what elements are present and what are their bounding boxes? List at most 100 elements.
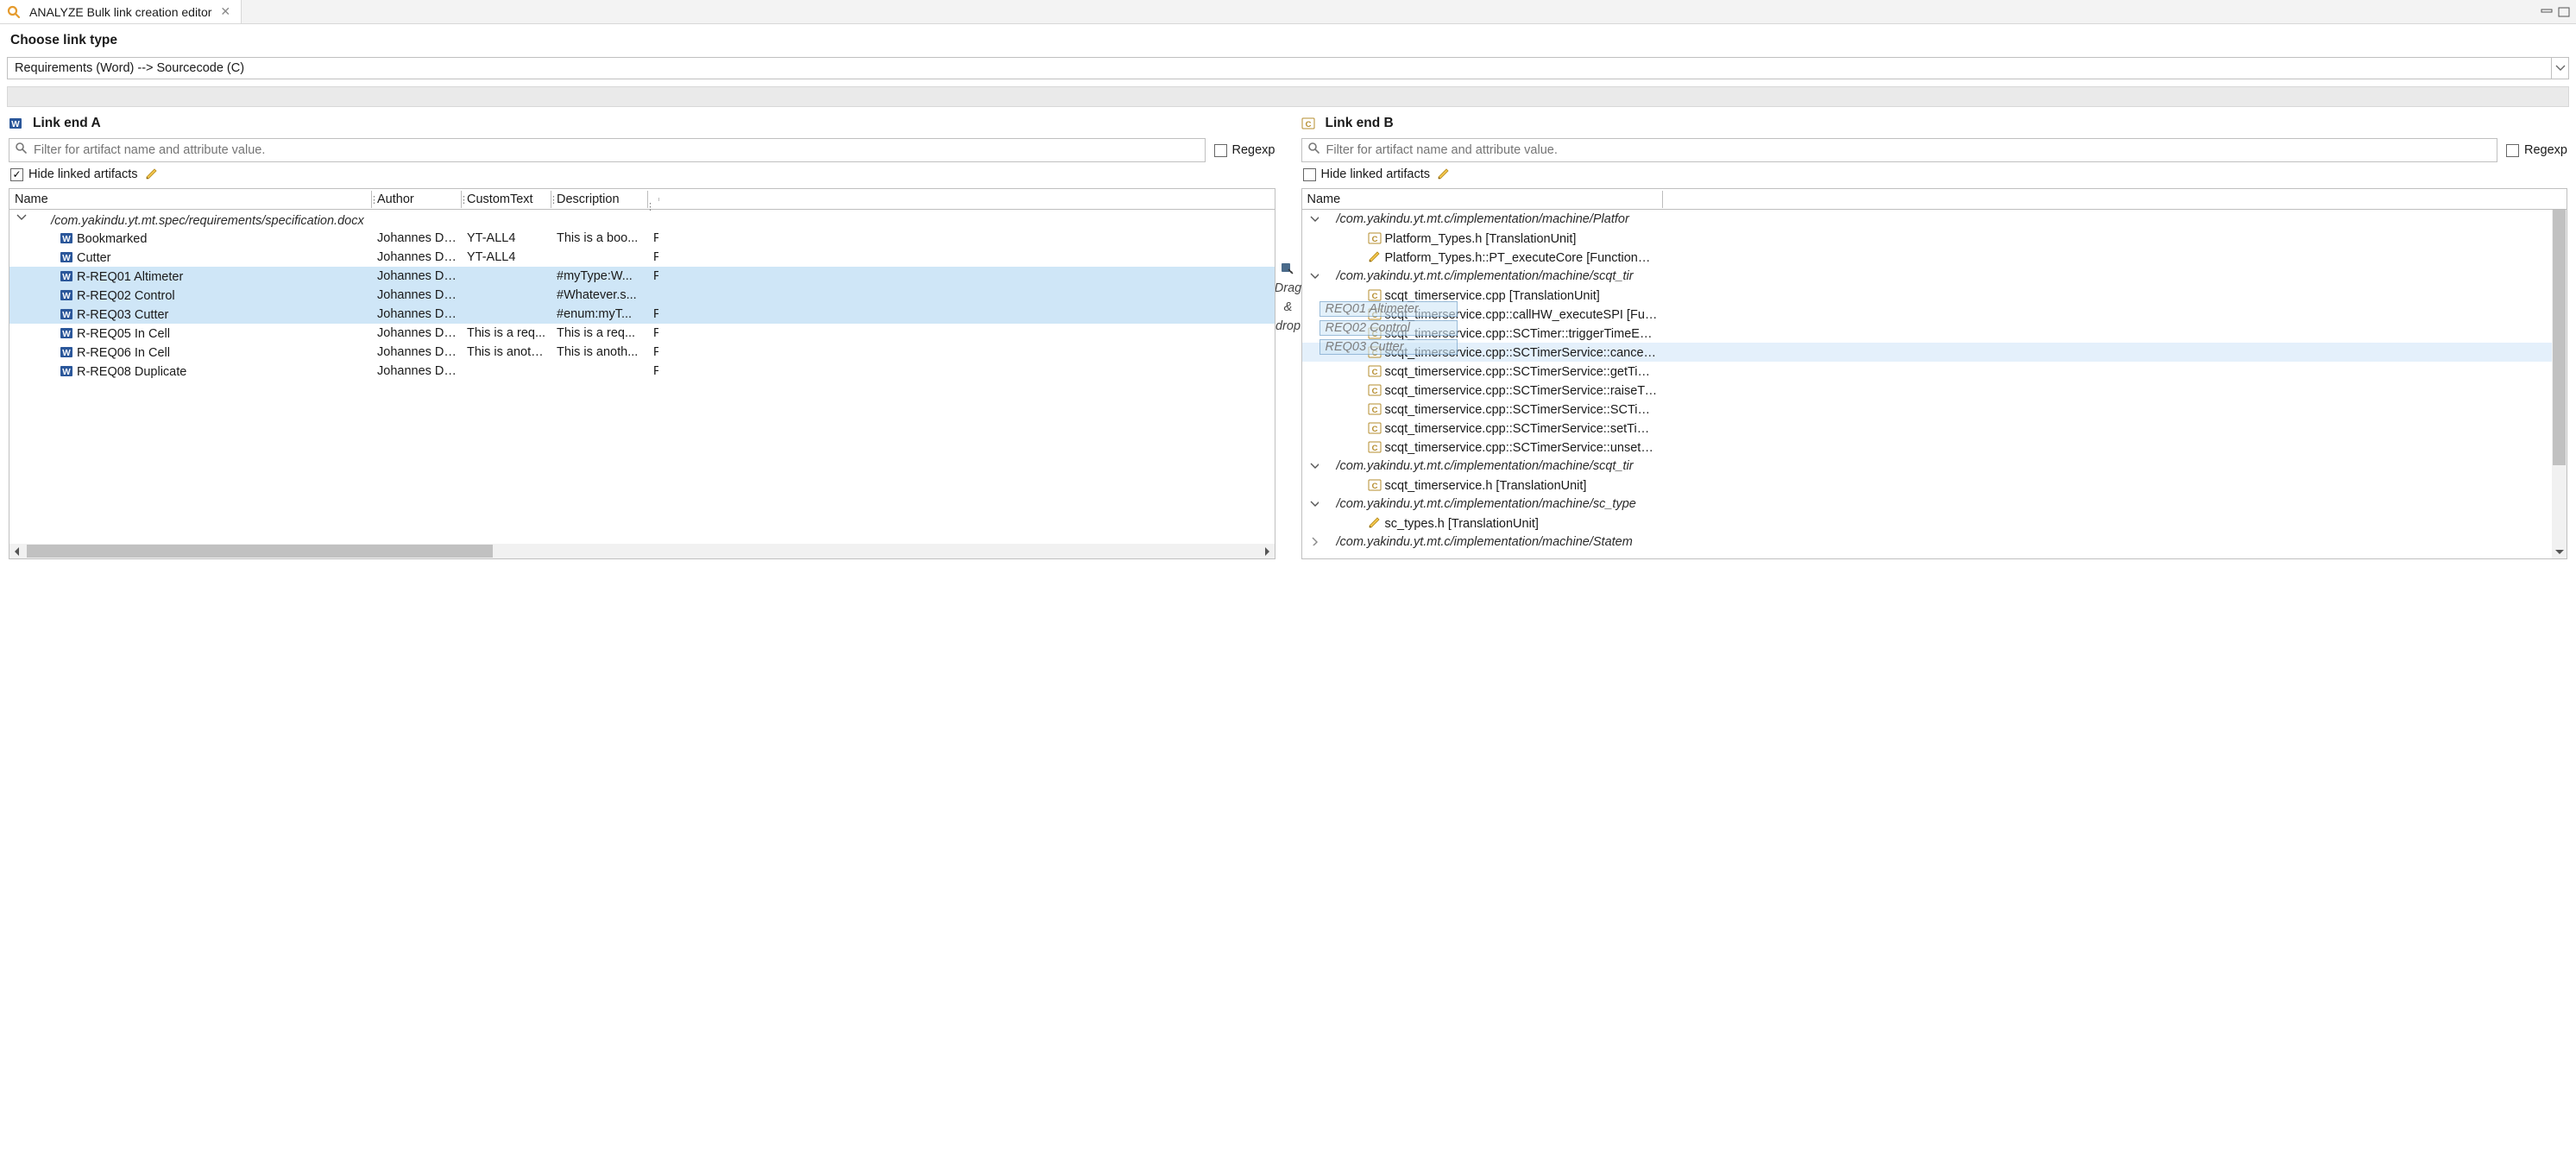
row-description: This is a boo... — [551, 230, 648, 246]
tree-a-row[interactable]: R-REQ06 In CellJohannes Di...This is ano… — [9, 343, 1275, 362]
tree-b-header: Name — [1302, 189, 2567, 210]
col-customtext[interactable]: ⋮CustomText — [462, 191, 551, 208]
word-icon — [60, 345, 73, 359]
hide-linked-a-checkbox[interactable]: Hide linked artifacts — [10, 167, 138, 181]
tree-b-row[interactable]: /com.yakindu.yt.mt.c/implementation/mach… — [1302, 267, 2567, 286]
tree-b-row[interactable]: scqt_timerservice.cpp::SCTimerService::s… — [1302, 419, 2567, 438]
maximize-view-button[interactable] — [2557, 7, 2571, 17]
tree-b-row[interactable]: scqt_timerservice.cpp::SCTimerService::c… — [1302, 343, 2567, 362]
row-name: R-REQ06 In Cell — [77, 346, 170, 360]
c-icon — [1368, 231, 1382, 245]
tree-b-row[interactable]: scqt_timerservice.cpp [TranslationUnit] — [1302, 286, 2567, 305]
tree-b-row[interactable]: scqt_timerservice.cpp::SCTimer::triggerT… — [1302, 324, 2567, 343]
row-description — [551, 256, 648, 258]
tree-a-row[interactable]: R-REQ03 CutterJohannes Di...#enum:myT...… — [9, 305, 1275, 324]
tree-b: Name /com.yakindu.yt.mt.c/implementation… — [1301, 188, 2568, 559]
row-label: scqt_timerservice.cpp::SCTimerService::s… — [1385, 422, 1663, 436]
scroll-left-icon[interactable] — [9, 544, 24, 558]
tree-a: Name ⋮Author ⋮CustomText ⋮Description ⋮ … — [9, 188, 1275, 559]
filter-b-field[interactable] — [1325, 142, 2492, 158]
hide-linked-b-checkbox[interactable]: Hide linked artifacts — [1303, 167, 1431, 181]
row-name: R-REQ01 Altimeter — [77, 270, 183, 284]
scroll-down-icon[interactable] — [2552, 544, 2567, 558]
c-icon — [1368, 364, 1382, 378]
tree-b-row[interactable]: /com.yakindu.yt.mt.c/implementation/mach… — [1302, 533, 2567, 552]
tree-a-row[interactable]: R-REQ02 ControlJohannes Di...#Whatever.s… — [9, 286, 1275, 305]
tree-b-row[interactable]: Platform_Types.h::PT_executeCore [Functi… — [1302, 248, 2567, 267]
word-icon — [60, 364, 73, 378]
col-description[interactable]: ⋮Description — [551, 191, 648, 208]
c-icon — [1368, 478, 1382, 492]
tree-a-root[interactable]: /com.yakindu.yt.mt.spec/requirements/spe… — [9, 210, 1275, 229]
row-customtext — [462, 370, 551, 372]
chevron-down-icon[interactable] — [15, 211, 27, 224]
chevron-down-icon[interactable] — [1307, 497, 1319, 508]
tree-a-row[interactable]: R-REQ01 AltimeterJohannes Di...#myType:W… — [9, 267, 1275, 286]
pencil-icon — [1368, 250, 1382, 264]
scroll-thumb[interactable] — [27, 545, 493, 558]
pencil-icon[interactable] — [1437, 167, 1451, 181]
row-label: scqt_timerservice.cpp::SCTimerService::g… — [1385, 365, 1663, 379]
filter-b-input[interactable] — [1301, 138, 2498, 162]
tree-b-row[interactable]: /com.yakindu.yt.mt.c/implementation/mach… — [1302, 457, 2567, 476]
pane-a-title: Link end A — [33, 116, 101, 131]
tree-b-row[interactable]: Platform_Types.h [TranslationUnit] — [1302, 229, 2567, 248]
row-name: Cutter — [77, 251, 111, 265]
chevron-down-icon[interactable] — [1307, 212, 1319, 223]
tree-b-vscrollbar[interactable] — [2552, 189, 2567, 558]
tree-b-row[interactable]: scqt_timerservice.cpp::callHW_executeSPI… — [1302, 305, 2567, 324]
chevron-down-icon[interactable] — [1307, 269, 1319, 280]
drag-drop-hint: Drag & drop — [1275, 116, 1301, 333]
pane-link-end-b: Link end B Regexp Hide linked artifacts — [1301, 116, 2568, 559]
row-name: Bookmarked — [77, 232, 147, 246]
tree-b-row[interactable]: sc_types.h [TranslationUnit] — [1302, 514, 2567, 533]
tree-b-row[interactable]: scqt_timerservice.h [TranslationUnit] — [1302, 476, 2567, 495]
minimize-view-button[interactable] — [2540, 7, 2554, 17]
tree-a-hscrollbar[interactable] — [9, 544, 1275, 558]
tree-b-row[interactable]: scqt_timerservice.cpp::SCTimerService::S… — [1302, 400, 2567, 419]
filter-a-input[interactable] — [9, 138, 1206, 162]
regexp-a-label: Regexp — [1232, 143, 1275, 157]
tree-a-row[interactable]: CutterJohannes Di...YT-ALL4F — [9, 248, 1275, 267]
row-label: scqt_timerservice.cpp [TranslationUnit] — [1385, 289, 1600, 303]
word-icon — [60, 307, 73, 321]
tree-a-header: Name ⋮Author ⋮CustomText ⋮Description ⋮ — [9, 189, 1275, 210]
col-name[interactable]: Name — [9, 191, 372, 208]
scroll-thumb[interactable] — [2553, 206, 2566, 465]
row-label: /com.yakindu.yt.mt.c/implementation/mach… — [1337, 535, 1633, 549]
tree-a-row[interactable]: R-REQ08 DuplicateJohannes Di...F — [9, 362, 1275, 381]
row-author: Johannes Di... — [372, 363, 462, 379]
row-label: scqt_timerservice.cpp::SCTimerService::c… — [1385, 346, 1663, 360]
blank-toolbar — [7, 86, 2569, 107]
col-author[interactable]: ⋮Author — [372, 191, 462, 208]
row-description: This is a req... — [551, 325, 648, 341]
analyze-icon — [7, 5, 21, 19]
word-icon — [60, 288, 73, 302]
row-author: Johannes Di... — [372, 306, 462, 322]
pencil-icon[interactable] — [145, 167, 159, 181]
regexp-b-checkbox[interactable]: Regexp — [2506, 143, 2567, 157]
tree-b-row[interactable]: /com.yakindu.yt.mt.c/implementation/mach… — [1302, 495, 2567, 514]
tree-b-row[interactable]: scqt_timerservice.cpp::SCTimerService::u… — [1302, 438, 2567, 457]
chevron-down-icon[interactable] — [1307, 459, 1319, 470]
filter-a-field[interactable] — [32, 142, 1200, 158]
tree-b-row[interactable]: scqt_timerservice.cpp::SCTimerService::r… — [1302, 381, 2567, 400]
row-label: Platform_Types.h::PT_executeCore [Functi… — [1385, 251, 1663, 265]
tree-b-row[interactable]: scqt_timerservice.cpp::SCTimerService::g… — [1302, 362, 2567, 381]
row-author: Johannes Di... — [372, 249, 462, 265]
editor-tab[interactable]: ANALYZE Bulk link creation editor ✕ — [0, 0, 242, 23]
scroll-right-icon[interactable] — [1260, 544, 1275, 558]
chevron-right-icon[interactable] — [1307, 535, 1319, 545]
row-description: #Whatever.s... — [551, 287, 648, 303]
regexp-a-checkbox[interactable]: Regexp — [1214, 143, 1275, 157]
c-icon — [1368, 307, 1382, 321]
tree-a-row[interactable]: BookmarkedJohannes Di...YT-ALL4This is a… — [9, 229, 1275, 248]
row-author: Johannes Di... — [372, 325, 462, 341]
row-customtext: This is anoth... — [462, 344, 551, 360]
tree-b-row[interactable]: /com.yakindu.yt.mt.c/implementation/mach… — [1302, 210, 2567, 229]
tree-a-row[interactable]: R-REQ05 In Cell Johannes Di... This is a r… — [9, 324, 1275, 343]
close-icon[interactable]: ✕ — [218, 4, 232, 19]
link-type-combo[interactable]: Requirements (Word) --> Sourcecode (C) — [7, 57, 2569, 79]
col-name[interactable]: Name — [1302, 191, 1663, 208]
row-name: R-REQ05 In Cell — [77, 327, 170, 341]
